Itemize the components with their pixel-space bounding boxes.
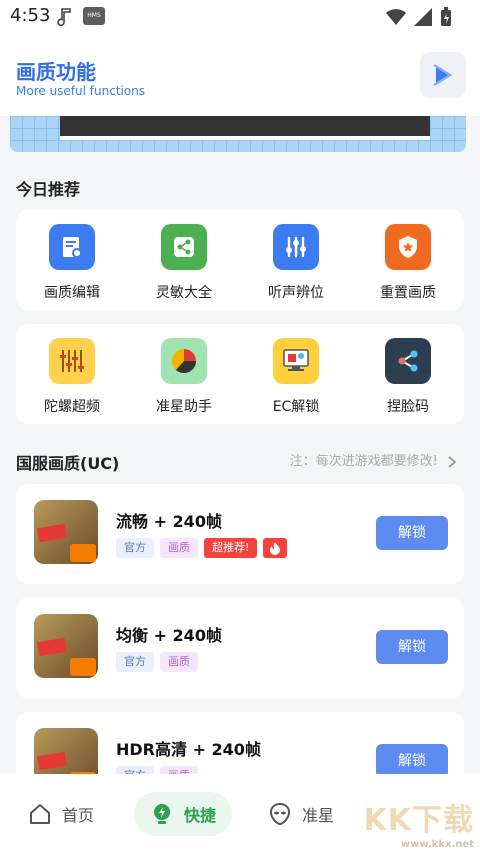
play-button[interactable]: [420, 52, 466, 98]
tab-label: 快捷: [184, 806, 217, 825]
section-title-uc: 国服画质(UC): [16, 454, 120, 473]
feature-label: EC解锁: [272, 399, 320, 415]
item-title: HDR高清 + 240帧: [116, 740, 261, 759]
feature-sensitivity[interactable]: 灵敏大全: [134, 224, 234, 302]
bulb-icon: [154, 804, 170, 824]
feature-gyro-overclock[interactable]: 陀螺超频: [22, 338, 122, 416]
list-item[interactable]: 均衡 + 240帧 官方 画质 解锁: [16, 598, 464, 698]
share-node-icon: [385, 338, 431, 384]
page-subtitle: More useful functions: [16, 84, 146, 98]
banner-image[interactable]: [10, 116, 466, 152]
note-text: 注：每次进游戏都要修改!: [289, 454, 438, 469]
feature-reset-quality[interactable]: 重置画质: [358, 224, 458, 302]
feature-label: 重置画质: [380, 285, 436, 301]
game-thumbnail: [34, 614, 98, 678]
feature-quality-edit[interactable]: 画质编辑: [22, 224, 122, 302]
feature-label: 陀螺超频: [44, 399, 100, 415]
tab-home[interactable]: 首页: [28, 792, 94, 836]
unlock-button[interactable]: 解锁: [376, 630, 448, 664]
section-note[interactable]: 注：每次进游戏都要修改!: [290, 450, 458, 469]
feature-face-code[interactable]: 捏脸码: [358, 338, 458, 416]
wifi-icon: [386, 9, 406, 25]
tab-label: 首页: [62, 806, 95, 825]
monitor-icon: [273, 338, 319, 384]
status-bar: 4:53 HMS: [0, 0, 480, 34]
tab-quick[interactable]: 快捷: [134, 792, 233, 836]
feature-label: 听声辨位: [268, 285, 324, 301]
alien-icon: [269, 802, 291, 826]
unlock-button[interactable]: 解锁: [376, 744, 448, 778]
game-thumbnail: [34, 500, 98, 564]
feature-crosshair[interactable]: 准星助手: [134, 338, 234, 416]
equalizer-icon: [273, 224, 319, 270]
hms-icon: HMS: [83, 7, 105, 25]
list-item[interactable]: 流畅 + 240帧 官方 画质 超推荐! 解锁: [16, 484, 464, 584]
bottom-tab-bar: 首页 快捷 准星 KK下载 www.kkx.net: [0, 774, 480, 854]
feature-label: 画质编辑: [44, 285, 100, 301]
chevron-right-icon: [448, 455, 457, 468]
watermark-logo: KK下载 www.kkx.net: [363, 803, 475, 850]
tab-crosshair[interactable]: 准星: [268, 792, 334, 836]
unlock-button[interactable]: 解锁: [376, 516, 448, 550]
edit-icon: [49, 224, 95, 270]
feature-sound-locate[interactable]: 听声辨位: [246, 224, 346, 302]
status-time: 4:53: [10, 5, 51, 26]
sliders-icon: [49, 338, 95, 384]
tab-label: 准星: [302, 806, 335, 825]
play-icon: [433, 64, 452, 86]
signal-icon: [414, 8, 432, 26]
feature-label: 灵敏大全: [156, 285, 212, 301]
share-icon: [161, 224, 207, 270]
feature-label: 捏脸码: [387, 399, 429, 415]
fire-icon: [263, 538, 288, 558]
music-note-icon: [57, 8, 71, 26]
item-title: 均衡 + 240帧: [116, 626, 222, 645]
tag-quality: 画质: [160, 652, 198, 672]
shield-star-icon: [385, 224, 431, 270]
tag-quality: 画质: [160, 538, 198, 558]
page-title: 画质功能: [16, 60, 96, 84]
tag-recommend: 超推荐!: [204, 538, 258, 558]
tag-official: 官方: [116, 652, 154, 672]
feature-card-1: 画质编辑 灵敏大全 听声辨位 重置画质: [16, 210, 464, 310]
feature-ec-unlock[interactable]: EC解锁: [246, 338, 346, 416]
feature-label: 准星助手: [156, 399, 212, 415]
section-title-today: 今日推荐: [16, 180, 81, 199]
home-icon: [30, 804, 50, 824]
battery-icon: [441, 7, 451, 26]
item-title: 流畅 + 240帧: [116, 512, 222, 531]
app-header: 画质功能 More useful functions: [0, 34, 480, 116]
pie-chart-icon: [161, 338, 207, 384]
tag-official: 官方: [116, 538, 154, 558]
feature-card-2: 陀螺超频 准星助手 EC解锁 捏脸码: [16, 324, 464, 424]
